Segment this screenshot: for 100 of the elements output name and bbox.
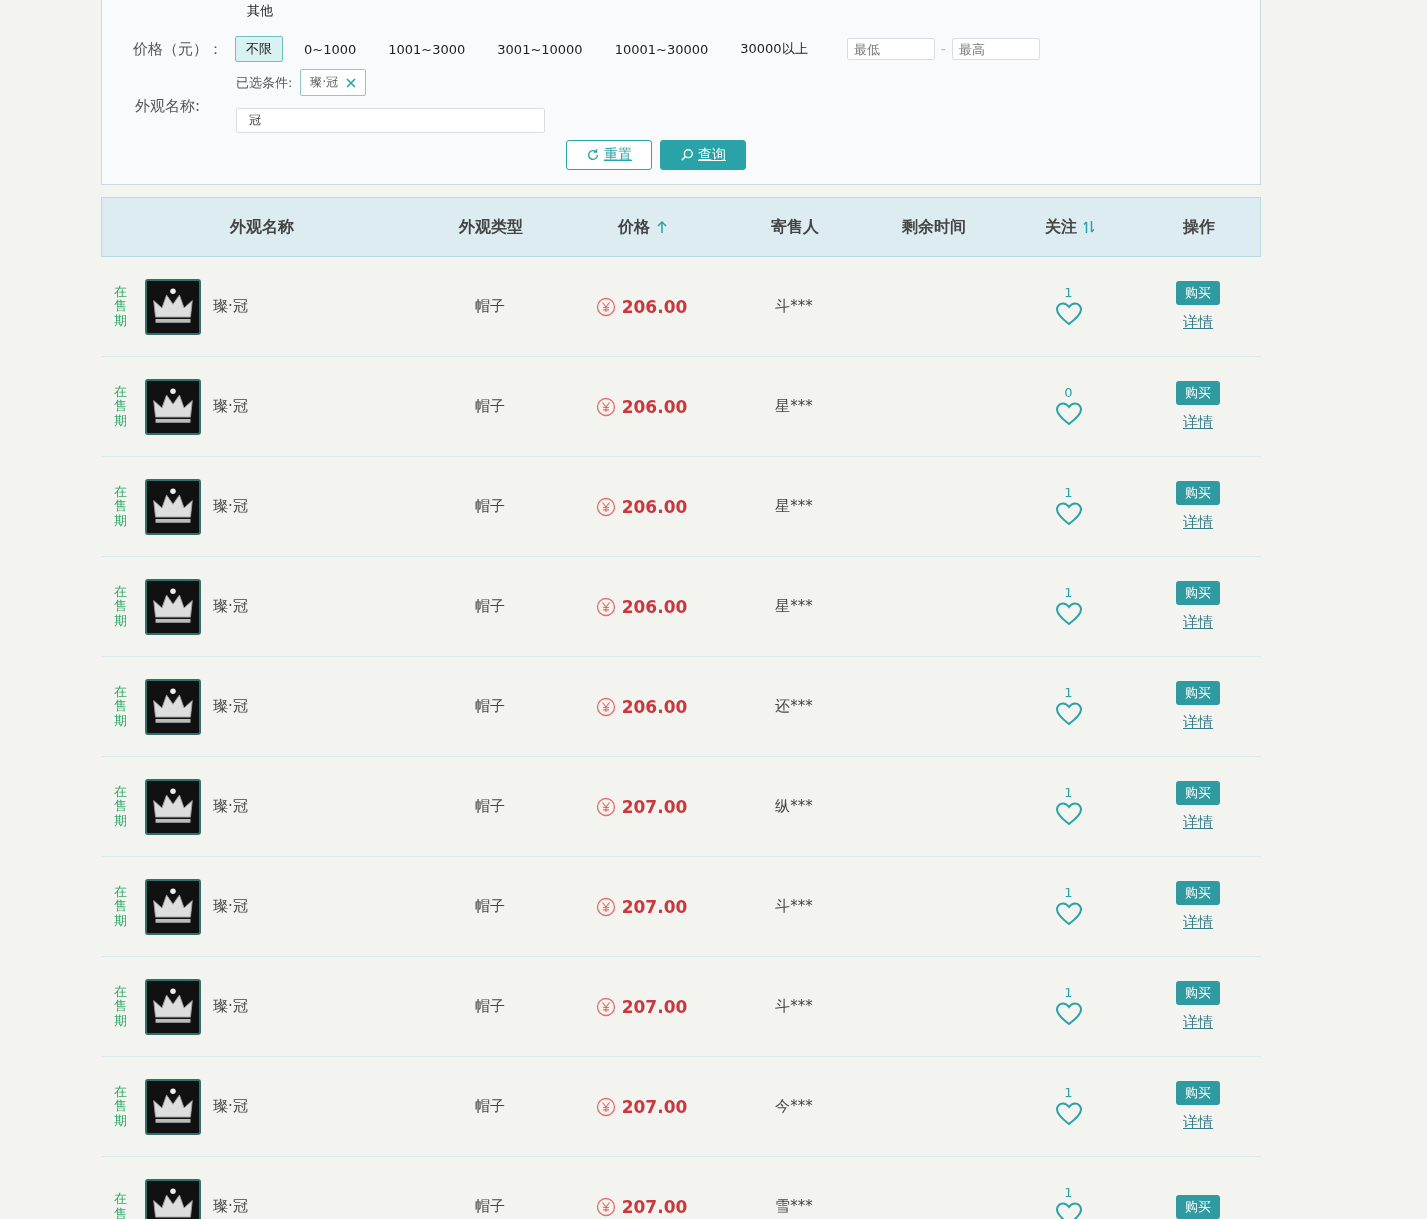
column-header: 关注 — [1044, 216, 1077, 238]
follow-count: 1 — [1064, 1186, 1073, 1199]
buy-button[interactable]: 购买 — [1176, 481, 1220, 505]
heart-icon[interactable] — [1054, 1001, 1083, 1027]
sale-status: 在售期 — [114, 385, 127, 428]
price-option[interactable]: 30000以上 — [729, 36, 819, 62]
detail-link[interactable]: 详情 — [1183, 1013, 1213, 1032]
item-type: 帽子 — [475, 997, 505, 1016]
detail-link[interactable]: 详情 — [1183, 313, 1213, 332]
follow-count: 1 — [1064, 1086, 1073, 1099]
item-type: 帽子 — [475, 897, 505, 916]
sort-icon[interactable] — [1082, 220, 1095, 234]
buy-button[interactable]: 购买 — [1176, 681, 1220, 705]
follow-count: 0 — [1064, 386, 1073, 399]
price-option[interactable]: 3001~10000 — [486, 37, 594, 61]
heart-icon[interactable] — [1054, 401, 1083, 427]
heart-icon[interactable] — [1054, 501, 1083, 527]
seller-name: 星*** — [775, 497, 813, 516]
item-type: 帽子 — [475, 797, 505, 816]
item-name: 璨·冠 — [213, 497, 248, 516]
buy-button[interactable]: 购买 — [1176, 281, 1220, 305]
detail-link[interactable]: 详情 — [1183, 513, 1213, 532]
detail-link[interactable]: 详情 — [1183, 913, 1213, 932]
heart-icon[interactable] — [1054, 801, 1083, 827]
seller-name: 斗*** — [775, 297, 813, 316]
search-icon — [680, 148, 694, 162]
buy-button[interactable]: 购买 — [1176, 1081, 1220, 1105]
reset-button[interactable]: 重置 — [566, 140, 652, 170]
buy-button[interactable]: 购买 — [1176, 781, 1220, 805]
item-type: 帽子 — [475, 597, 505, 616]
seller-name: 斗*** — [775, 897, 813, 916]
yen-icon — [595, 1196, 616, 1217]
sale-status: 在售期 — [114, 985, 127, 1028]
price-option[interactable]: 不限 — [235, 36, 283, 62]
max-price-field[interactable]: 最高 — [951, 38, 1040, 60]
detail-link[interactable]: 详情 — [1183, 613, 1213, 632]
detail-link[interactable]: 详情 — [1183, 713, 1213, 732]
column-header: 操作 — [1183, 216, 1215, 238]
follow-count: 1 — [1064, 786, 1073, 799]
detail-link[interactable]: 详情 — [1183, 1113, 1213, 1132]
item-price: 206.00 — [621, 396, 688, 417]
sale-status: 在售期 — [114, 885, 127, 928]
yen-icon — [595, 796, 616, 817]
follow-count: 1 — [1064, 486, 1073, 499]
item-type: 帽子 — [475, 497, 505, 516]
price-option[interactable]: 10001~30000 — [603, 37, 720, 61]
search-button[interactable]: 查询 — [660, 140, 746, 170]
column-header: 外观类型 — [459, 216, 523, 238]
seller-name: 雪*** — [775, 1197, 813, 1216]
yen-icon — [595, 396, 616, 417]
item-price: 207.00 — [621, 1196, 688, 1217]
item-price: 206.00 — [621, 296, 688, 317]
buy-button[interactable]: 购买 — [1176, 981, 1220, 1005]
sort-ascending-icon[interactable] — [655, 220, 668, 234]
tag-text: 璨·冠 — [310, 74, 339, 91]
range-separator: - — [940, 41, 946, 57]
detail-link[interactable]: 详情 — [1183, 813, 1213, 832]
column-header: 外观名称 — [230, 216, 294, 238]
sale-status: 在售 — [114, 1192, 127, 1219]
buy-button[interactable]: 购买 — [1176, 1194, 1220, 1219]
price-option[interactable]: 1001~3000 — [377, 37, 477, 61]
item-price: 206.00 — [621, 496, 688, 517]
heart-icon[interactable] — [1054, 701, 1083, 727]
seller-name: 纵*** — [775, 797, 813, 816]
name-field[interactable]: 冠 — [236, 108, 545, 133]
buy-button[interactable]: 购买 — [1176, 881, 1220, 905]
heart-icon[interactable] — [1054, 1101, 1083, 1127]
item-price: 207.00 — [621, 896, 688, 917]
detail-link[interactable]: 详情 — [1183, 413, 1213, 432]
heart-icon[interactable] — [1054, 301, 1083, 327]
item-name: 璨·冠 — [213, 597, 248, 616]
buy-button[interactable]: 购买 — [1176, 581, 1220, 605]
buy-button[interactable]: 购买 — [1176, 381, 1220, 405]
yen-icon — [595, 296, 616, 317]
price-option[interactable]: 0~1000 — [293, 37, 368, 61]
sale-status: 在售期 — [114, 685, 127, 728]
heart-icon[interactable] — [1054, 1201, 1083, 1219]
sale-status: 在售期 — [114, 585, 127, 628]
seller-name: 星*** — [775, 397, 813, 416]
type-option[interactable]: 其他 — [236, 1, 284, 21]
yen-icon — [595, 496, 616, 517]
yen-icon — [595, 996, 616, 1017]
yen-icon — [595, 896, 616, 917]
yen-icon — [595, 1096, 616, 1117]
column-header: 剩余时间 — [902, 216, 966, 238]
close-icon[interactable] — [346, 77, 357, 88]
heart-icon[interactable] — [1054, 601, 1083, 627]
item-name: 璨·冠 — [213, 997, 248, 1016]
item-name: 璨·冠 — [213, 297, 248, 316]
heart-icon[interactable] — [1054, 901, 1083, 927]
item-price: 206.00 — [621, 696, 688, 717]
item-type: 帽子 — [475, 697, 505, 716]
column-header: 价格 — [617, 216, 650, 238]
seller-name: 还*** — [775, 697, 813, 716]
follow-count: 1 — [1064, 586, 1073, 599]
sale-status: 在售期 — [114, 485, 127, 528]
seller-name: 星*** — [775, 597, 813, 616]
follow-count: 1 — [1064, 886, 1073, 899]
min-price-field[interactable]: 最低 — [846, 38, 935, 60]
seller-name: 今*** — [775, 1097, 813, 1116]
